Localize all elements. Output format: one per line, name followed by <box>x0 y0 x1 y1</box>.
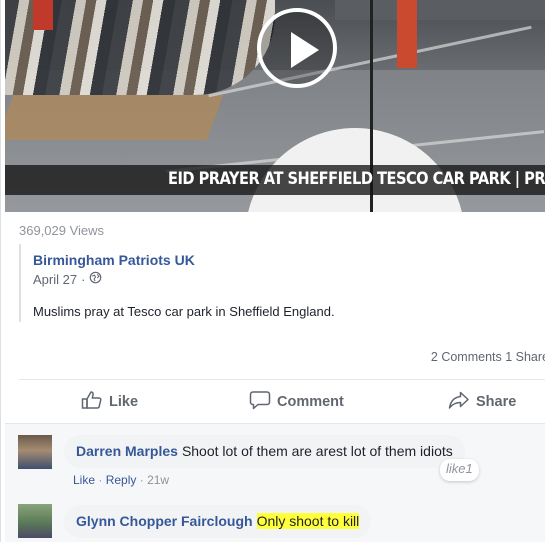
meta-separator: · <box>98 473 106 487</box>
shared-post-text: Muslims pray at Tesco car park in Sheffi… <box>33 304 335 319</box>
avatar[interactable] <box>18 435 52 469</box>
speech-bubble-icon <box>249 390 271 414</box>
comment-label: Comment <box>277 394 344 410</box>
video-caption-text: EID PRAYER AT SHEFFIELD TESCO CAR PARK |… <box>168 169 545 189</box>
shared-post-attachment: Birmingham Patriots UK April 27 · Muslim… <box>19 244 545 322</box>
comment-timestamp[interactable]: 21w <box>147 473 169 487</box>
thumbs-up-icon <box>81 390 103 414</box>
view-count: 369,029 Views <box>19 223 105 238</box>
shared-video-post: EID PRAYER AT SHEFFIELD TESCO CAR PARK |… <box>0 0 545 542</box>
comment-meta: Like · Reply · 21w <box>73 473 169 487</box>
share-button[interactable]: Share <box>448 390 516 414</box>
share-label: Share <box>476 394 517 410</box>
comment-button[interactable]: Comment <box>249 390 344 414</box>
video-player[interactable]: EID PRAYER AT SHEFFIELD TESCO CAR PARK |… <box>5 0 545 212</box>
post-meta: April 27 · <box>33 271 102 287</box>
divider <box>19 379 545 380</box>
page-name-link[interactable]: Birmingham Patriots UK <box>33 252 195 268</box>
video-frame-wall <box>335 0 545 20</box>
action-bar: Like Comment Share <box>1 384 545 420</box>
reaction-count-badge[interactable]: like1 <box>440 459 479 481</box>
comment-author-link[interactable]: Darren Marples <box>76 443 178 459</box>
comment-like-link[interactable]: Like <box>73 473 95 487</box>
share-arrow-icon <box>448 390 470 414</box>
post-date[interactable]: April 27 <box>33 272 77 287</box>
comment-reply-link[interactable]: Reply <box>106 473 137 487</box>
comment-text: Shoot lot of them are arest lot of them … <box>181 443 453 459</box>
video-caption-banner: EID PRAYER AT SHEFFIELD TESCO CAR PARK |… <box>5 165 545 195</box>
meta-separator: · <box>139 473 148 487</box>
comment-author-link[interactable]: Glynn Chopper Fairclough <box>76 513 253 529</box>
globe-icon[interactable] <box>89 271 102 287</box>
play-icon[interactable] <box>257 8 337 88</box>
comment-bubble: Darren Marples Shoot lot of them are ares… <box>64 435 465 468</box>
engagement-counts[interactable]: 2 Comments 1 Share <box>431 350 545 364</box>
avatar[interactable] <box>18 504 52 538</box>
like-button[interactable]: Like <box>81 390 138 414</box>
comments-section: Darren Marples Shoot lot of them are ares… <box>5 424 545 542</box>
comment-bubble: Glynn Chopper Fairclough Only shoot to ki… <box>64 505 372 538</box>
video-frame-pillar <box>33 0 53 30</box>
like-label: Like <box>109 394 139 410</box>
comment-text-highlighted: Only shoot to kill <box>256 513 360 529</box>
video-frame-mat <box>5 95 224 140</box>
meta-separator: · <box>81 271 86 287</box>
video-frame-pillar <box>397 0 417 68</box>
